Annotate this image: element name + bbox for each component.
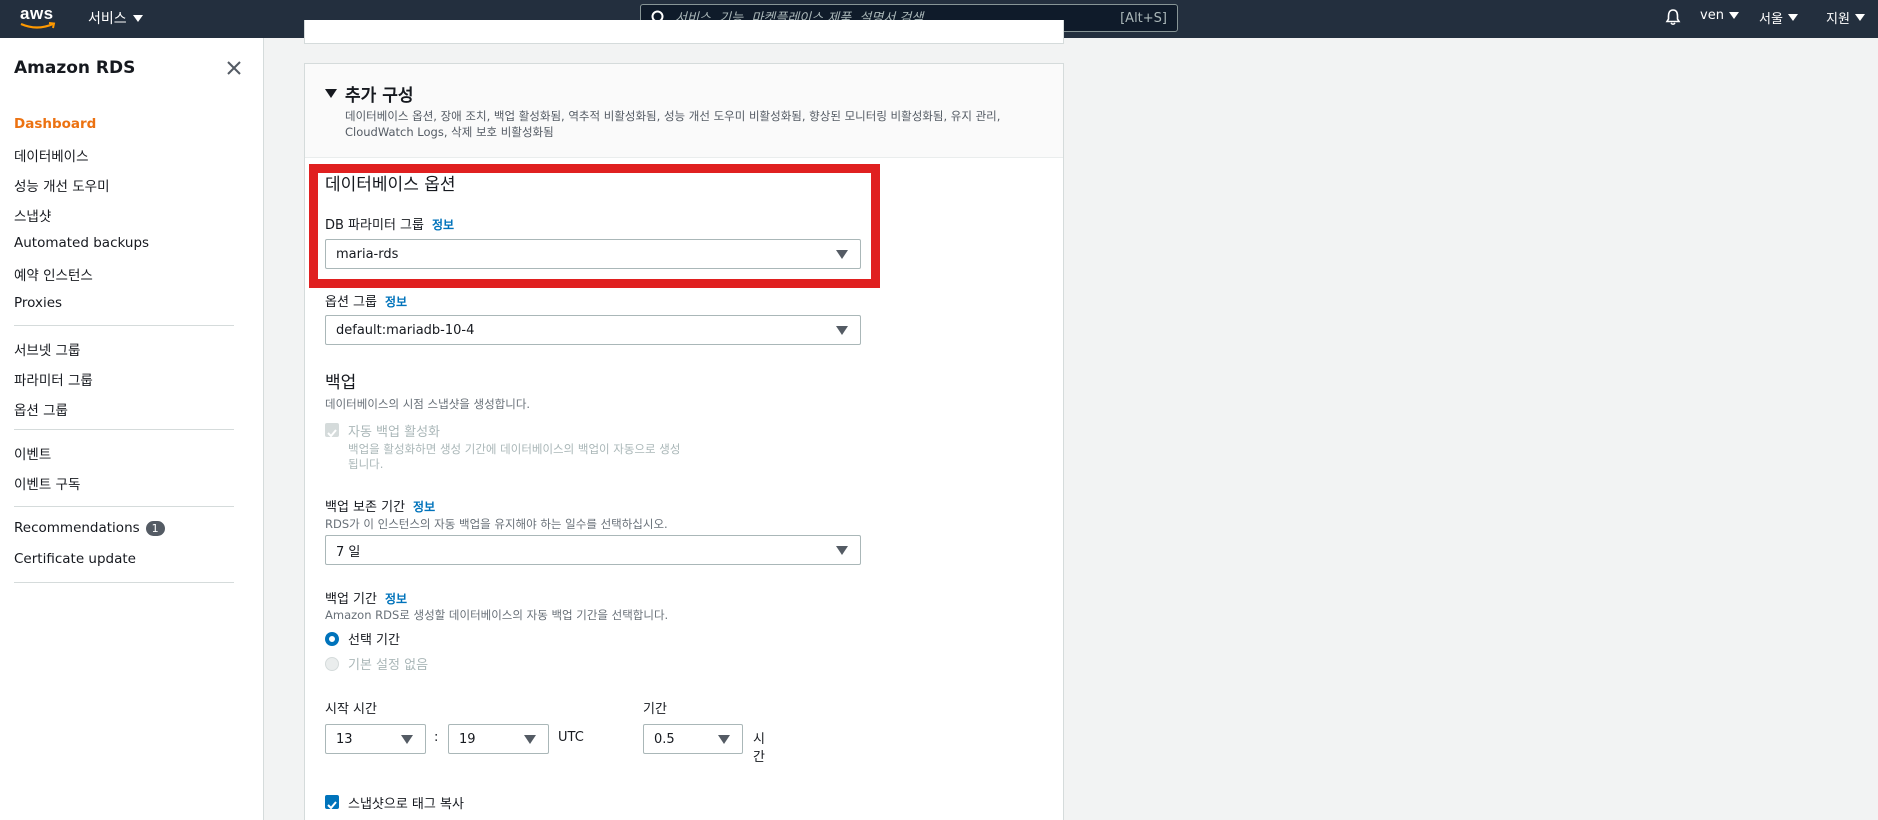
support-label: 지원 bbox=[1826, 12, 1850, 27]
check-icon bbox=[327, 429, 337, 438]
caret-down-icon bbox=[836, 546, 848, 555]
start-hour-value: 13 bbox=[336, 731, 353, 747]
db-parameter-group-label-text: DB 파라미터 그룹 bbox=[325, 218, 424, 233]
caret-down-icon bbox=[401, 735, 413, 744]
copy-tags-checkbox[interactable] bbox=[325, 795, 339, 810]
auto-backup-checkbox[interactable] bbox=[325, 423, 339, 438]
duration-select[interactable]: 0.5 bbox=[643, 724, 743, 754]
additional-configuration-title[interactable]: 추가 구성 bbox=[345, 81, 413, 106]
info-link[interactable]: 정보 bbox=[432, 218, 454, 232]
backup-retention-help: RDS가 이 인스턴스의 자동 백업을 유지해야 하는 일수를 선택하십시오. bbox=[325, 517, 668, 531]
aws-smile-icon bbox=[20, 22, 56, 29]
support-menu[interactable]: 지원 bbox=[1826, 8, 1865, 27]
sidebar-item-automated-backups[interactable]: Automated backups bbox=[14, 235, 149, 251]
auto-backup-help: 백업을 활성화하면 생성 기간에 데이터베이스의 백업이 자동으로 생성 bbox=[348, 442, 681, 456]
start-minute-select[interactable]: 19 bbox=[448, 724, 549, 754]
chevron-down-icon bbox=[132, 14, 143, 22]
region-label: 서울 bbox=[1759, 12, 1783, 27]
sidebar-item-performance-insights[interactable]: 성능 개선 도우미 bbox=[14, 175, 110, 195]
duration-unit-line2: 간 bbox=[753, 750, 765, 765]
start-time-label: 시작 시간 bbox=[325, 702, 377, 717]
db-parameter-group-value: maria-rds bbox=[336, 246, 399, 262]
sidebar-divider bbox=[14, 429, 234, 430]
backup-window-label-text: 백업 기간 bbox=[325, 592, 377, 607]
option-group-label-text: 옵션 그룹 bbox=[325, 295, 377, 310]
option-group-label: 옵션 그룹 정보 bbox=[325, 291, 407, 310]
sidebar-item-reserved-instances[interactable]: 예약 인스턴스 bbox=[14, 264, 93, 284]
chevron-down-icon bbox=[1854, 14, 1865, 21]
region-menu[interactable]: 서울 bbox=[1759, 8, 1798, 27]
sidebar-item-event-subscriptions[interactable]: 이벤트 구독 bbox=[14, 473, 80, 493]
caret-down-icon bbox=[836, 326, 848, 335]
copy-tags-label[interactable]: 스냅샷으로 태그 복사 bbox=[348, 793, 464, 812]
backup-heading: 백업 bbox=[325, 373, 357, 393]
sidebar-item-events[interactable]: 이벤트 bbox=[14, 443, 51, 463]
additional-configuration-summary: 데이터베이스 옵션, 장애 조치, 백업 활성화됨, 역추적 비활성화됨, 성능… bbox=[345, 109, 1001, 139]
backup-window-label: 백업 기간 정보 bbox=[325, 588, 407, 607]
sidebar-item-recommendations[interactable]: Recommendations 1 bbox=[14, 520, 165, 536]
info-link[interactable]: 정보 bbox=[385, 295, 407, 309]
recommendations-count-badge: 1 bbox=[145, 520, 165, 536]
backup-description: 데이터베이스의 시점 스냅샷을 생성합니다. bbox=[325, 397, 531, 411]
sidebar-item-databases[interactable]: 데이터베이스 bbox=[14, 145, 89, 165]
caret-down-icon bbox=[718, 735, 730, 744]
duration-unit-line1: 시 bbox=[753, 732, 765, 747]
services-menu[interactable]: 서비스 bbox=[88, 8, 143, 28]
info-link[interactable]: 정보 bbox=[385, 592, 407, 606]
aws-logo-text: aws bbox=[20, 4, 54, 23]
sidebar-divider bbox=[14, 325, 234, 326]
caret-down-icon bbox=[524, 735, 536, 744]
sidebar-item-subnet-groups[interactable]: 서브넷 그룹 bbox=[14, 339, 80, 359]
db-parameter-group-select[interactable]: maria-rds bbox=[325, 239, 861, 269]
user-menu[interactable]: ven bbox=[1700, 8, 1739, 23]
backup-retention-value: 7 일 bbox=[336, 544, 361, 560]
start-hour-select[interactable]: 13 bbox=[325, 724, 426, 754]
start-minute-value: 19 bbox=[459, 731, 476, 747]
sidebar-item-label: Recommendations bbox=[14, 520, 140, 536]
services-label: 서비스 bbox=[88, 11, 127, 27]
time-separator: : bbox=[434, 730, 439, 745]
user-label: ven bbox=[1700, 8, 1724, 23]
backup-window-help: Amazon RDS로 생성할 데이터베이스의 자동 백업 기간을 선택합니다. bbox=[325, 608, 669, 622]
sidebar-item-snapshots[interactable]: 스냅샷 bbox=[14, 205, 51, 225]
backup-window-none-radio[interactable] bbox=[325, 657, 339, 671]
duration-value: 0.5 bbox=[654, 731, 675, 747]
backup-window-select-radio[interactable] bbox=[325, 632, 339, 646]
notifications-bell-icon[interactable] bbox=[1664, 8, 1682, 26]
sidebar-divider bbox=[14, 506, 234, 507]
sidebar-item-certificate-update[interactable]: Certificate update bbox=[14, 551, 136, 567]
aws-logo[interactable]: aws bbox=[18, 3, 58, 33]
utc-label: UTC bbox=[558, 730, 584, 745]
sidebar-divider bbox=[14, 582, 234, 583]
backup-window-select-label[interactable]: 선택 기간 bbox=[348, 629, 400, 648]
additional-configuration-card: 추가 구성 데이터베이스 옵션, 장애 조치, 백업 활성화됨, 역추적 비활성… bbox=[304, 63, 1064, 820]
additional-configuration-header: 추가 구성 데이터베이스 옵션, 장애 조치, 백업 활성화됨, 역추적 비활성… bbox=[305, 64, 1063, 158]
chevron-down-icon bbox=[1728, 12, 1739, 19]
backup-window-none-label[interactable]: 기본 설정 없음 bbox=[348, 654, 428, 673]
search-shortcut-hint: [Alt+S] bbox=[1120, 10, 1167, 26]
option-group-value: default:mariadb-10-4 bbox=[336, 322, 475, 338]
check-icon bbox=[327, 801, 337, 810]
caret-down-icon bbox=[836, 250, 848, 259]
chevron-down-icon bbox=[1787, 14, 1798, 21]
backup-retention-label: 백업 보존 기간 정보 bbox=[325, 496, 435, 515]
sidebar: Amazon RDS Dashboard 데이터베이스 성능 개선 도우미 스냅… bbox=[0, 38, 264, 820]
sidebar-item-dashboard[interactable]: Dashboard bbox=[14, 116, 96, 132]
duration-label: 기간 bbox=[643, 702, 667, 717]
auto-backup-help-continued: 됩니다. bbox=[348, 457, 384, 471]
previous-section-card bbox=[304, 20, 1064, 44]
backup-retention-label-text: 백업 보존 기간 bbox=[325, 500, 406, 515]
sidebar-item-parameter-groups[interactable]: 파라미터 그룹 bbox=[14, 369, 93, 389]
sidebar-item-option-groups[interactable]: 옵션 그룹 bbox=[14, 399, 68, 419]
database-options-heading: 데이터베이스 옵션 bbox=[325, 175, 456, 195]
sidebar-title: Amazon RDS bbox=[14, 58, 136, 78]
info-link[interactable]: 정보 bbox=[413, 500, 435, 514]
db-parameter-group-label: DB 파라미터 그룹 정보 bbox=[325, 214, 454, 233]
close-icon[interactable] bbox=[224, 58, 244, 78]
caret-down-icon[interactable] bbox=[325, 89, 337, 98]
option-group-select[interactable]: default:mariadb-10-4 bbox=[325, 315, 861, 345]
sidebar-item-proxies[interactable]: Proxies bbox=[14, 295, 62, 311]
auto-backup-label: 자동 백업 활성화 bbox=[348, 425, 440, 440]
backup-retention-select[interactable]: 7 일 bbox=[325, 535, 861, 565]
